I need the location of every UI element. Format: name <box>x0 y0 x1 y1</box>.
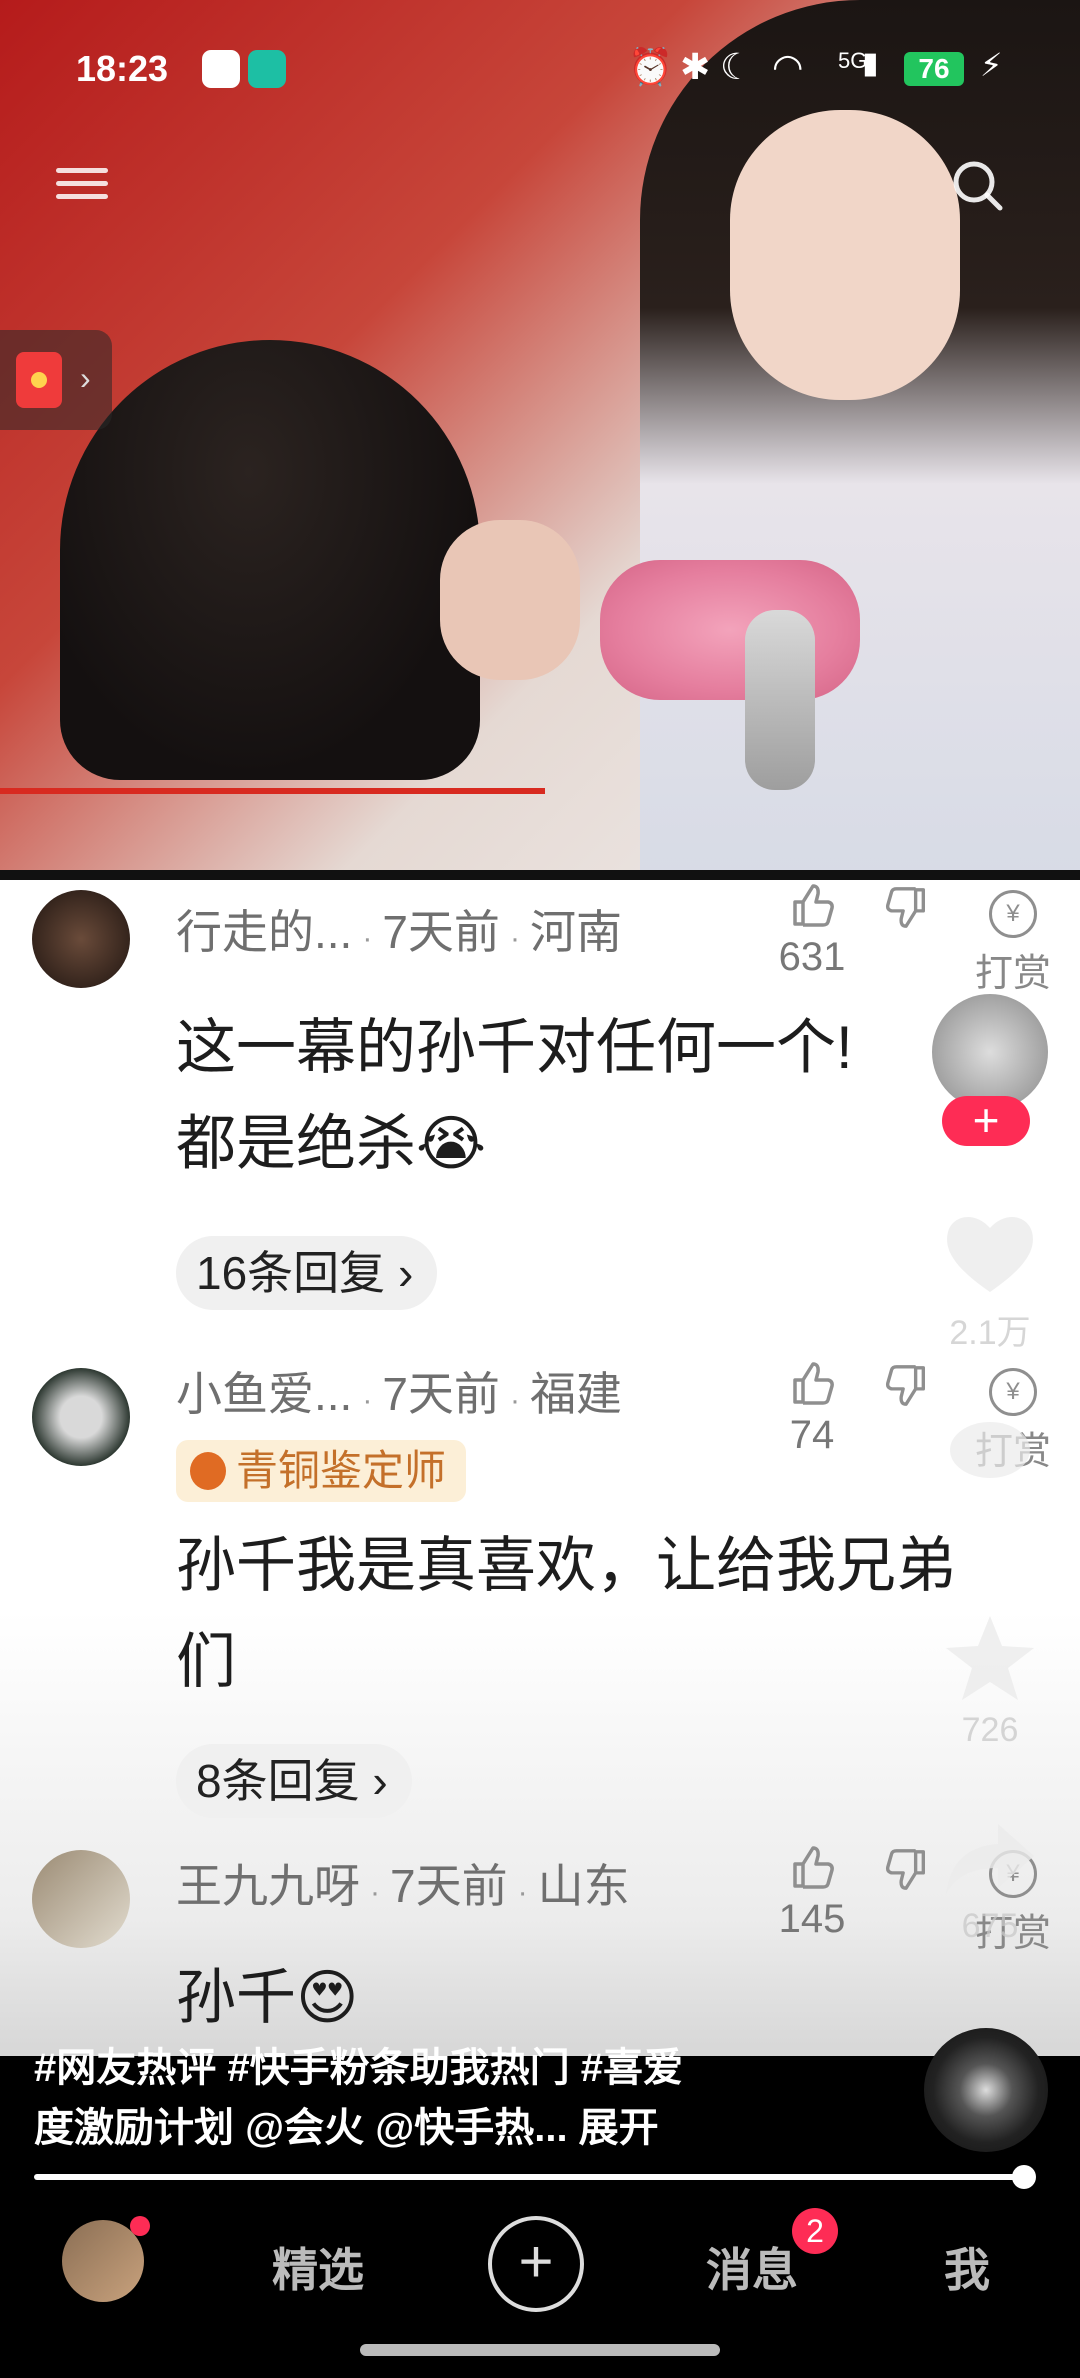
favorite-button[interactable]: 726 <box>930 1612 1050 1750</box>
comment-text-line: 孙千我是真喜欢，让给我兄弟 <box>176 1532 956 1599</box>
caption-line: #网友热评 #快手粉条助我热门 #喜爱 <box>34 2046 683 2090</box>
tab-messages[interactable]: 消息 <box>706 2234 798 2300</box>
comment-time: 7天前 <box>382 1368 500 1420</box>
video-person-left <box>60 340 480 780</box>
battery-level: 76 <box>904 52 964 86</box>
comment-text-line: 们 <box>176 1628 236 1695</box>
red-envelope-icon <box>16 352 62 408</box>
like-count: 631 <box>778 935 846 979</box>
video-like-count: 2.1万 <box>949 1314 1031 1352</box>
comment-text: 孙千😍 <box>176 1964 359 2031</box>
app-notification-icon <box>202 50 240 88</box>
comment-username[interactable]: 小鱼爱... <box>176 1368 352 1420</box>
comment-location: 福建 <box>529 1368 622 1420</box>
bluetooth-icon: ✱ <box>680 46 711 87</box>
comment-icon <box>950 1422 1030 1478</box>
tab-featured[interactable]: 精选 <box>272 2234 364 2300</box>
comment-username[interactable]: 王九九呀 <box>176 1860 360 1912</box>
comment-meta: 王九九呀 · 7天前 · 山东 <box>176 1860 630 1912</box>
search-button[interactable] <box>950 158 1006 214</box>
thumbs-down-icon <box>885 1365 925 1406</box>
charging-icon: ⚡ <box>980 47 1003 83</box>
view-replies-button[interactable]: 8条回复 › <box>176 1744 412 1818</box>
signal-icon: ▮ <box>862 47 879 80</box>
bottom-nav: 精选 + 消息 2 我 <box>0 2198 1080 2318</box>
wifi-icon: ◠ <box>772 46 804 87</box>
avatar[interactable] <box>32 890 130 988</box>
video-bottom-edge <box>0 870 1080 880</box>
nav-avatar[interactable] <box>62 2216 150 2302</box>
comment-time: 7天前 <box>382 906 500 958</box>
music-disc[interactable] <box>924 2028 1048 2152</box>
like-button[interactable]: 74 <box>772 1358 852 1458</box>
plus-icon: + <box>518 2228 554 2295</box>
video-progress-bar[interactable] <box>34 2165 1036 2189</box>
star-icon <box>946 1616 1034 1700</box>
video-caption[interactable]: #网友热评 #快手粉条助我热门 #喜爱 度激励计划 @会火 @快手热... 展开 <box>34 2038 794 2158</box>
reward-icon: ¥ <box>989 1368 1037 1416</box>
share-icon <box>946 1824 1034 1894</box>
thumbs-down-icon <box>885 887 925 928</box>
thumbs-down-icon <box>885 1849 925 1890</box>
menu-icon <box>56 168 108 173</box>
comment-location: 山东 <box>537 1860 630 1912</box>
comment-text-line: 这一幕的孙千对任何一个! <box>176 1014 853 1081</box>
like-button[interactable]: 145 <box>772 1842 852 1942</box>
share-button[interactable]: 675 <box>930 1818 1050 1946</box>
thumbs-up-icon <box>793 1846 834 1889</box>
comment-time: 7天前 <box>390 1860 508 1912</box>
comment-location: 河南 <box>529 906 622 958</box>
dislike-button[interactable] <box>872 884 942 937</box>
tab-me[interactable]: 我 <box>944 2234 990 2300</box>
video-microphone <box>745 610 815 790</box>
video-bouquet <box>600 560 860 700</box>
notification-dot <box>130 2216 150 2236</box>
thumbs-up-icon <box>793 1362 834 1405</box>
favorite-count: 726 <box>961 1711 1019 1749</box>
caption-line: 度激励计划 @会火 @快手热... 展开 <box>34 2106 659 2150</box>
comment-meta: 小鱼爱... · 7天前 · 福建 <box>176 1368 622 1420</box>
alarm-icon: ⏰ <box>628 46 673 87</box>
chevron-right-icon: › <box>80 360 91 396</box>
menu-button[interactable] <box>56 160 108 212</box>
moon-icon: ☾ <box>720 46 753 87</box>
reward-button[interactable]: ¥ 打赏 <box>968 890 1058 997</box>
create-button[interactable]: + <box>488 2216 584 2312</box>
like-button[interactable]: 631 <box>772 880 852 980</box>
dislike-button[interactable] <box>872 1362 942 1415</box>
heart-icon <box>947 1216 1033 1292</box>
like-count: 145 <box>778 1897 846 1941</box>
like-video-button[interactable]: 2.1万 <box>930 1210 1050 1354</box>
red-packet-button[interactable]: › <box>0 330 112 430</box>
video-subtitle-bar <box>0 788 545 794</box>
video-face <box>730 110 960 400</box>
comment-video-button[interactable] <box>930 1418 1050 1497</box>
comment-text: 这一幕的孙千对任何一个! 都是绝杀😭 <box>176 1000 1036 1192</box>
thumbs-up-icon <box>793 884 834 927</box>
replies-label: 16条回复 <box>196 1247 386 1299</box>
comment-meta: 行走的... · 7天前 · 河南 <box>176 906 622 958</box>
messages-badge: 2 <box>792 2208 838 2254</box>
comment-text-line: 都是绝杀😭 <box>176 1110 487 1177</box>
home-indicator[interactable] <box>360 2344 720 2356</box>
comment-list[interactable]: 行走的... · 7天前 · 河南 631 ¥ 打赏 这一幕的孙千对任何一个! 都是绝杀… <box>0 880 1080 2060</box>
share-count: 675 <box>961 1907 1019 1945</box>
status-time: 18:23 <box>76 48 169 89</box>
replies-label: 8条回复 <box>196 1755 360 1807</box>
user-badge: 青铜鉴定师 <box>176 1440 467 1502</box>
video-hand <box>440 520 580 680</box>
avatar[interactable] <box>32 1850 130 1948</box>
view-replies-button[interactable]: 16条回复 › <box>176 1236 438 1310</box>
like-count: 74 <box>789 1413 835 1457</box>
app-notification-icon <box>248 50 286 88</box>
follow-button[interactable]: + <box>942 1096 1030 1146</box>
comment-username[interactable]: 行走的... <box>176 906 352 958</box>
reward-icon: ¥ <box>989 890 1037 938</box>
avatar[interactable] <box>32 1368 130 1466</box>
status-bar: 18:23 ⏰ ✱ ☾ ◠ 5G ▮ 76 ⚡ <box>0 0 1080 140</box>
reward-label: 打赏 <box>974 953 1051 995</box>
comment-text: 孙千我是真喜欢，让给我兄弟 们 <box>176 1518 1036 1710</box>
search-icon <box>953 161 1003 211</box>
progress-knob[interactable] <box>1012 2165 1036 2189</box>
